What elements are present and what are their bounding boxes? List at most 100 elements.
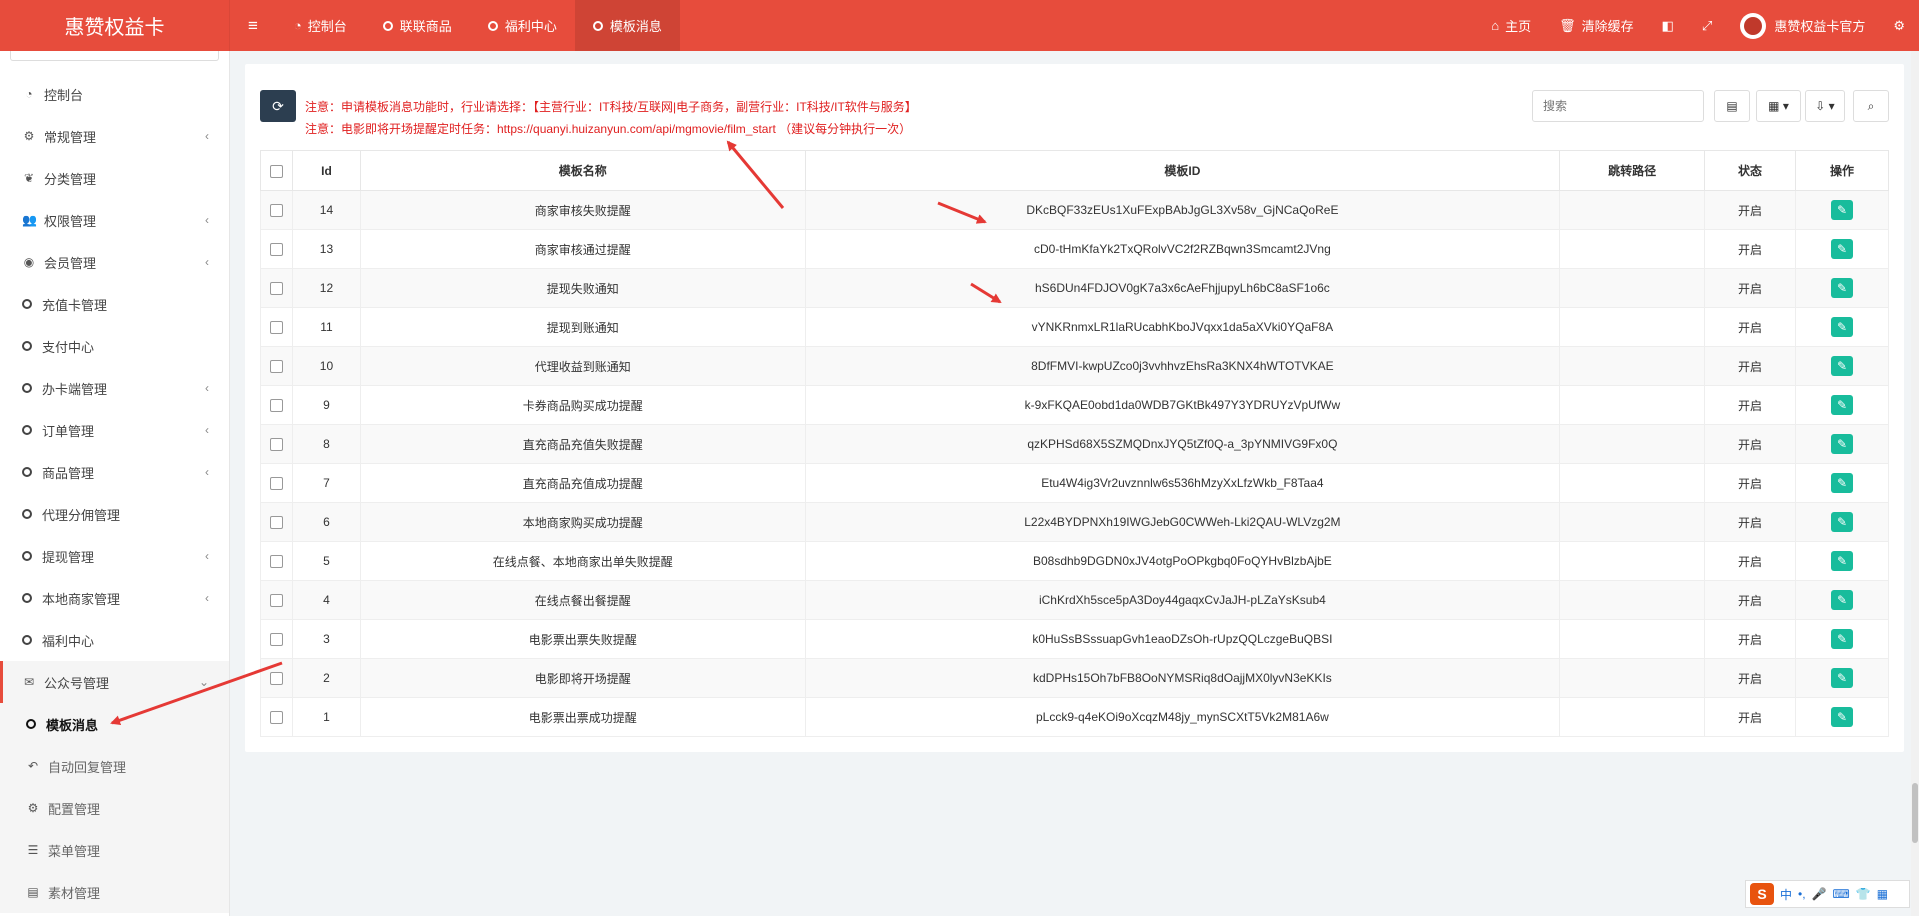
row-checkbox[interactable]	[269, 555, 283, 569]
row-select-cell	[260, 619, 293, 659]
top-tab-lianlian[interactable]: 联联商品	[365, 0, 470, 51]
keyboard-icon[interactable]: ⌨	[1833, 887, 1850, 901]
grid-icon[interactable]: ▦	[1877, 887, 1888, 901]
edit-button[interactable]: ✎	[1831, 356, 1853, 376]
sidebar-item-dashboard[interactable]: ◔ 控制台	[0, 73, 229, 115]
table-row[interactable]: 9 卡券商品购买成功提醒 k-9xFKQAE0obd1da0WDB7GKtBk497…	[260, 385, 1889, 425]
row-checkbox[interactable]	[269, 438, 283, 452]
cell-path	[1559, 463, 1706, 503]
refresh-button[interactable]: ⟳	[260, 90, 296, 122]
edit-button[interactable]: ✎	[1831, 278, 1853, 298]
table-row[interactable]: 12 提现失败通知 hS6DUn4FDJOV0gK7a3x6cAeFhjjupyLh…	[260, 268, 1889, 308]
sidebar-item-auth[interactable]: 👥 权限管理 ‹	[0, 199, 229, 241]
row-checkbox[interactable]	[269, 594, 283, 608]
sidebar-item-recharge-card[interactable]: 充值卡管理	[0, 283, 229, 325]
table-row[interactable]: 2 电影即将开场提醒 kdDPHs15Oh7bFB8OoNYMSRiq8dOajjM…	[260, 658, 1889, 698]
sidebar-item-material[interactable]: ▤ 素材管理	[0, 871, 229, 913]
export-button[interactable]: ⇩ ▾	[1805, 90, 1845, 122]
scrollbar-thumb[interactable]	[1912, 783, 1918, 843]
home-link[interactable]: ⌂ 主页	[1477, 0, 1545, 51]
table-row[interactable]: 8 直充商品充值失败提醒 qzKPHSd68X5SZMQDnxJYQ5tZf0Q-a…	[260, 424, 1889, 464]
table-row[interactable]: 3 电影票出票失败提醒 k0HuSsBSssuapGvh1eaoDZsOh-rUpz…	[260, 619, 1889, 659]
table-row[interactable]: 1 电影票出票成功提醒 pLcck9-q4eKOi9oXcqzM48jy_mynSC…	[260, 697, 1889, 737]
column-header-name[interactable]: 模板名称	[359, 150, 806, 191]
sidebar-item-member[interactable]: ◉ 会员管理 ‹	[0, 241, 229, 283]
language-button[interactable]: ◧	[1648, 0, 1688, 51]
table-row[interactable]: 14 商家审核失败提醒 DKcBQF33zEUs1XuFExpBAbJgGL3Xv5…	[260, 190, 1889, 230]
sidebar-item-payment[interactable]: 支付中心	[0, 325, 229, 367]
row-checkbox[interactable]	[269, 243, 283, 257]
row-checkbox[interactable]	[269, 672, 283, 686]
search-input[interactable]	[1532, 90, 1704, 122]
row-checkbox[interactable]	[269, 516, 283, 530]
row-checkbox[interactable]	[269, 633, 283, 647]
sidebar-item-agent-commission[interactable]: 代理分佣管理	[0, 493, 229, 535]
row-checkbox[interactable]	[269, 204, 283, 218]
column-header-id[interactable]: Id	[291, 150, 361, 191]
row-checkbox[interactable]	[269, 399, 283, 413]
table-row[interactable]: 5 在线点餐、本地商家出单失败提醒 B08sdhb9DGDN0xJV4otgPoOP…	[260, 541, 1889, 581]
row-checkbox[interactable]	[269, 321, 283, 335]
edit-button[interactable]: ✎	[1831, 668, 1853, 688]
common-search-button[interactable]: ⌕	[1853, 90, 1889, 122]
sidebar-item-withdraw[interactable]: 提现管理 ‹	[0, 535, 229, 577]
settings-button[interactable]: ⚙	[1879, 0, 1919, 51]
sidebar-item-products[interactable]: 商品管理 ‹	[0, 451, 229, 493]
skin-icon[interactable]: 👕	[1856, 887, 1871, 901]
cell-actions: ✎	[1795, 424, 1889, 464]
edit-button[interactable]: ✎	[1831, 629, 1853, 649]
select-all-checkbox[interactable]	[269, 164, 283, 178]
table-row[interactable]: 4 在线点餐出餐提醒 iChKrdXh5sce5pA3Doy44gaqxCvJaJH…	[260, 580, 1889, 620]
edit-button[interactable]: ✎	[1831, 707, 1853, 727]
row-checkbox[interactable]	[269, 477, 283, 491]
notice-cron: 注意：电影即将开场提醒定时任务：https://quanyi.huizanyun…	[305, 122, 912, 136]
sidebar-search-input[interactable]	[10, 51, 219, 61]
row-checkbox[interactable]	[269, 360, 283, 374]
sidebar-item-wechat[interactable]: ✉ 公众号管理 ⌄	[0, 661, 229, 703]
edit-button[interactable]: ✎	[1831, 473, 1853, 493]
row-checkbox[interactable]	[269, 711, 283, 725]
edit-button[interactable]: ✎	[1831, 317, 1853, 337]
edit-button[interactable]: ✎	[1831, 395, 1853, 415]
sidebar-item-card-client[interactable]: 办卡端管理 ‹	[0, 367, 229, 409]
sidebar-item-template-msg[interactable]: 模板消息	[0, 703, 229, 745]
column-header-template-id[interactable]: 模板ID	[804, 150, 1561, 191]
edit-button[interactable]: ✎	[1831, 512, 1853, 532]
edit-button[interactable]: ✎	[1831, 434, 1853, 454]
toggle-view-button[interactable]: ▤	[1714, 90, 1750, 122]
ime-lang[interactable]: 中	[1780, 886, 1792, 903]
table-row[interactable]: 10 代理收益到账通知 8DfFMVI-kwpUZco0j3vvhhvzEhsRa3…	[260, 346, 1889, 386]
ime-toolbar[interactable]: S 中 •, 🎤 ⌨ 👕 ▦	[1745, 880, 1910, 908]
sidebar-item-config[interactable]: ⚙ 配置管理	[0, 787, 229, 829]
punctuation-icon[interactable]: •,	[1798, 887, 1806, 901]
sidebar-item-label: 模板消息	[46, 717, 99, 733]
top-tab-welfare[interactable]: 福利中心	[470, 0, 575, 51]
clear-cache-button[interactable]: 🗑 清除缓存	[1545, 0, 1648, 51]
sidebar-item-welfare[interactable]: 福利中心	[0, 619, 229, 661]
top-tab-template-msg[interactable]: 模板消息	[574, 0, 680, 51]
top-tab-dashboard[interactable]: ◔ 控制台	[276, 0, 365, 51]
edit-button[interactable]: ✎	[1831, 590, 1853, 610]
edit-button[interactable]: ✎	[1831, 200, 1853, 220]
brand-logo[interactable]: 惠赞权益卡	[0, 0, 230, 51]
sidebar-item-auto-reply[interactable]: ↶ 自动回复管理	[0, 745, 229, 787]
table-row[interactable]: 13 商家审核通过提醒 cD0-tHmKfaYk2TxQRolvVC2f2RZBqw…	[260, 229, 1889, 269]
sidebar-toggle-button[interactable]: ≡	[230, 0, 276, 51]
sidebar-item-category[interactable]: ❦ 分类管理	[0, 157, 229, 199]
fullscreen-button[interactable]: ⤢	[1688, 0, 1726, 51]
columns-button[interactable]: ▦ ▾	[1756, 90, 1801, 122]
microphone-icon[interactable]: 🎤	[1812, 887, 1827, 901]
sidebar-item-menu[interactable]: ☰ 菜单管理	[0, 829, 229, 871]
row-checkbox[interactable]	[269, 282, 283, 296]
column-header-status[interactable]: 状态	[1704, 150, 1797, 191]
table-row[interactable]: 11 提现到账通知 vYNKRnmxLR1laRUcabhKboJVqxx1da5a…	[260, 307, 1889, 347]
sidebar-item-orders[interactable]: 订单管理 ‹	[0, 409, 229, 451]
table-row[interactable]: 7 直充商品充值成功提醒 Etu4W4ig3Vr2uvznnlw6s536hMzyX…	[260, 463, 1889, 503]
sidebar-item-general[interactable]: ⚙ 常规管理 ‹	[0, 115, 229, 157]
edit-button[interactable]: ✎	[1831, 239, 1853, 259]
sidebar-item-local-merchant[interactable]: 本地商家管理 ‹	[0, 577, 229, 619]
user-menu[interactable]: 惠赞权益卡官方	[1726, 0, 1879, 51]
table-row[interactable]: 6 本地商家购买成功提醒 L22x4BYDPNXh19IWGJebG0CWWeh-L…	[260, 502, 1889, 542]
edit-button[interactable]: ✎	[1831, 551, 1853, 571]
column-header-path[interactable]: 跳转路径	[1559, 150, 1706, 191]
